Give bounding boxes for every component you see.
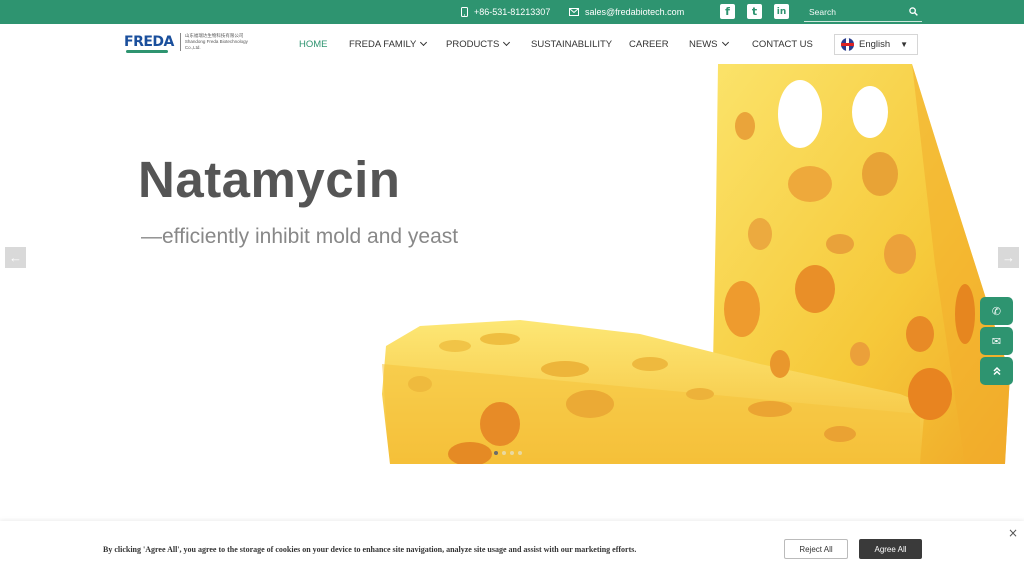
nav-item-label: HOME bbox=[299, 38, 328, 50]
nav-item-label: PRODUCTS bbox=[446, 38, 500, 50]
search-box bbox=[804, 2, 922, 22]
slider-dot-3[interactable] bbox=[510, 451, 514, 455]
reject-all-button[interactable]: Reject All bbox=[784, 539, 848, 559]
nav-item-freda-family[interactable]: FREDA FAMILY bbox=[349, 24, 428, 64]
cookie-consent-bar: By clicking 'Agree All', you agree to th… bbox=[0, 521, 1024, 576]
nav-item-products[interactable]: PRODUCTS bbox=[446, 24, 511, 64]
facebook-icon[interactable]: f bbox=[720, 4, 735, 19]
language-label: English bbox=[859, 39, 891, 50]
slider-dot-4[interactable] bbox=[518, 451, 522, 455]
slider-dot-2[interactable] bbox=[502, 451, 506, 455]
chevron-down-icon bbox=[503, 38, 511, 47]
mail-icon: ✉ bbox=[991, 334, 1002, 348]
agree-all-button[interactable]: Agree All bbox=[859, 539, 922, 559]
floating-phone-button[interactable]: ✆ bbox=[980, 297, 1013, 325]
top-bar: +86-531-81213307 sales@fredabiotech.com … bbox=[0, 0, 1024, 24]
phone-number: +86-531-81213307 bbox=[474, 7, 551, 17]
cheese-image bbox=[382, 64, 1010, 464]
nav-item-label: SUSTAINABLILITY bbox=[531, 38, 613, 50]
hero-slider: Natamycin —efficiently inhibit mold and … bbox=[0, 64, 1024, 464]
phone-icon: ✆ bbox=[991, 304, 1002, 318]
nav-item-home[interactable]: HOME bbox=[299, 24, 328, 64]
slider-dot-1[interactable] bbox=[494, 451, 498, 455]
back-to-top-button[interactable] bbox=[980, 357, 1013, 385]
main-navigation: FREDA 山东福瑞达生物科技有限公司 Shandong Freda Biote… bbox=[0, 24, 1024, 64]
language-selector[interactable]: English ▼ bbox=[834, 34, 918, 55]
logo-swoosh bbox=[126, 50, 168, 53]
uk-flag-icon bbox=[841, 38, 854, 51]
linkedin-icon[interactable]: in bbox=[774, 4, 789, 19]
envelope-icon bbox=[569, 8, 579, 16]
nav-item-contact-us[interactable]: CONTACT US bbox=[752, 24, 813, 64]
email-contact[interactable]: sales@fredabiotech.com bbox=[569, 0, 684, 24]
nav-item-career[interactable]: CAREER bbox=[629, 24, 669, 64]
email-address: sales@fredabiotech.com bbox=[585, 7, 685, 17]
hero-title: Natamycin bbox=[138, 151, 401, 208]
nav-item-label: CAREER bbox=[629, 38, 669, 50]
arrow-right-icon: → bbox=[1002, 250, 1015, 265]
double-chevron-up-icon bbox=[992, 366, 1001, 376]
arrow-left-icon: ← bbox=[9, 250, 22, 265]
nav-item-news[interactable]: NEWS bbox=[689, 24, 729, 64]
slider-next-button[interactable]: → bbox=[998, 247, 1019, 268]
cookie-message: By clicking 'Agree All', you agree to th… bbox=[103, 545, 637, 554]
logo-wordmark: FREDA bbox=[124, 34, 174, 53]
site-logo[interactable]: FREDA 山东福瑞达生物科技有限公司 Shandong Freda Biote… bbox=[124, 33, 250, 53]
search-icon[interactable] bbox=[909, 7, 918, 16]
caret-down-icon: ▼ bbox=[900, 40, 908, 49]
search-input[interactable] bbox=[809, 6, 899, 17]
close-icon[interactable]: × bbox=[1008, 526, 1018, 540]
slider-pagination bbox=[494, 451, 522, 455]
mobile-phone-icon bbox=[461, 7, 468, 17]
nav-item-label: CONTACT US bbox=[752, 38, 813, 50]
slider-prev-button[interactable]: ← bbox=[5, 247, 26, 268]
nav-item-label: NEWS bbox=[689, 38, 718, 50]
phone-contact[interactable]: +86-531-81213307 bbox=[461, 0, 550, 24]
nav-item-label: FREDA FAMILY bbox=[349, 38, 417, 50]
twitter-icon[interactable]: t bbox=[747, 4, 762, 19]
logo-company-name: 山东福瑞达生物科技有限公司 Shandong Freda Biotechnolo… bbox=[179, 33, 250, 51]
nav-item-sustainability[interactable]: SUSTAINABLILITY bbox=[531, 24, 612, 64]
logo-en-name: Shandong Freda Biotechnology Co.,Ltd. bbox=[184, 39, 248, 50]
floating-email-button[interactable]: ✉ bbox=[980, 327, 1013, 355]
chevron-down-icon bbox=[721, 38, 729, 47]
hero-subtitle: —efficiently inhibit mold and yeast bbox=[141, 225, 459, 248]
chevron-down-icon bbox=[420, 38, 428, 47]
